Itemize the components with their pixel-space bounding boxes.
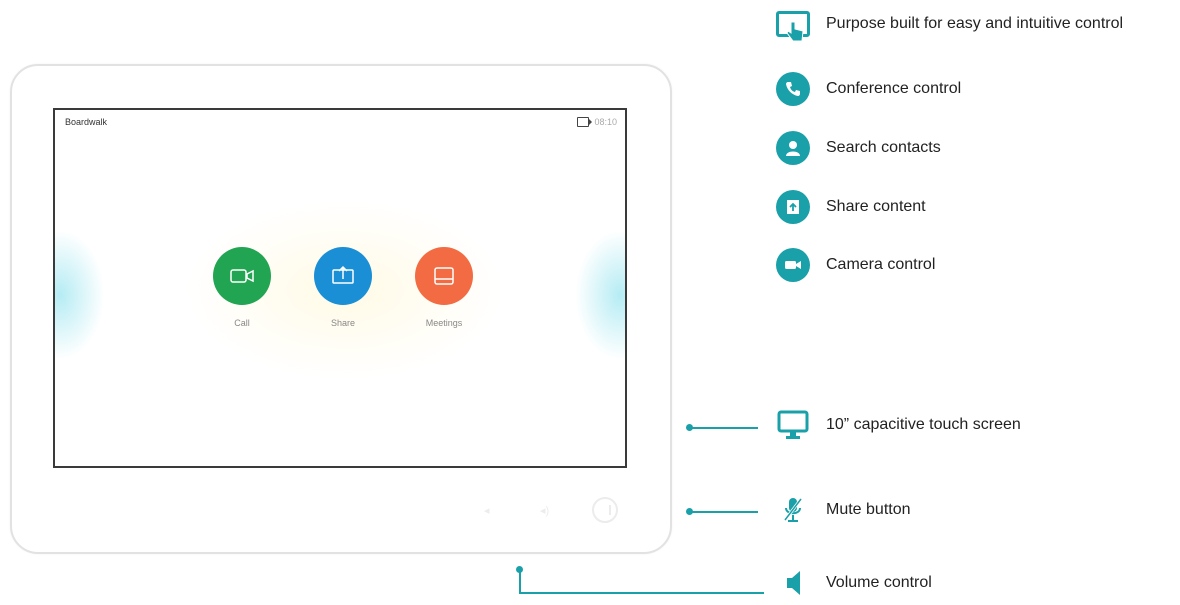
camera-icon	[776, 248, 810, 282]
callout-touch-screen: 10” capacitive touch screen	[776, 410, 1021, 440]
volume-down-hw-icon[interactable]: ◂	[484, 504, 490, 517]
share-icon	[776, 190, 810, 224]
device-screen: Boardwalk 08:10 Call Share Meetings	[53, 108, 627, 468]
feature-search-contacts: Search contacts	[776, 131, 941, 165]
screen-glow-right	[575, 230, 625, 360]
calendar-icon	[434, 267, 454, 285]
callout-label-screen: 10” capacitive touch screen	[826, 416, 1021, 433]
call-button-label: Call	[234, 318, 250, 328]
person-icon	[776, 131, 810, 165]
callout-label-mute: Mute button	[826, 501, 911, 518]
feature-intuitive-control: Purpose built for easy and intuitive con…	[776, 11, 1124, 42]
feature-label-camera: Camera control	[826, 256, 936, 273]
phone-icon	[776, 72, 810, 106]
volume-up-hw-icon[interactable]: ◂)	[540, 504, 549, 517]
mute-hw-button[interactable]	[592, 497, 618, 523]
callout-vline-volume	[519, 570, 521, 593]
share-button[interactable]	[314, 247, 372, 305]
meetings-button[interactable]	[415, 247, 473, 305]
screen-clock: 08:10	[594, 117, 617, 127]
feature-share-content: Share content	[776, 190, 926, 224]
call-button[interactable]	[213, 247, 271, 305]
callout-volume-control: Volume control	[776, 568, 932, 598]
callout-line-screen	[690, 427, 758, 429]
callout-label-volume: Volume control	[826, 574, 932, 591]
feature-conference-control: Conference control	[776, 72, 961, 106]
feature-label-share: Share content	[826, 198, 926, 215]
mute-mic-icon	[776, 496, 810, 524]
video-camera-icon	[230, 269, 254, 283]
feature-label-search: Search contacts	[826, 139, 941, 156]
callout-line-mute	[690, 511, 758, 513]
screen-status-bar: 08:10	[577, 117, 617, 127]
monitor-icon	[776, 410, 810, 440]
screen-glow-left	[55, 230, 105, 360]
meetings-button-label: Meetings	[425, 318, 463, 328]
selfview-camera-icon[interactable]	[577, 117, 593, 127]
callout-mute-button: Mute button	[776, 496, 911, 524]
feature-label-intuitive: Purpose built for easy and intuitive con…	[826, 15, 1124, 32]
share-button-label: Share	[330, 318, 356, 328]
feature-camera-control: Camera control	[776, 248, 935, 282]
touch-hand-icon	[776, 11, 810, 42]
share-screen-icon	[332, 265, 354, 284]
callout-line-volume	[519, 592, 764, 594]
speaker-icon	[776, 568, 810, 598]
screen-room-name: Boardwalk	[65, 117, 108, 127]
feature-label-conference: Conference control	[826, 80, 962, 97]
